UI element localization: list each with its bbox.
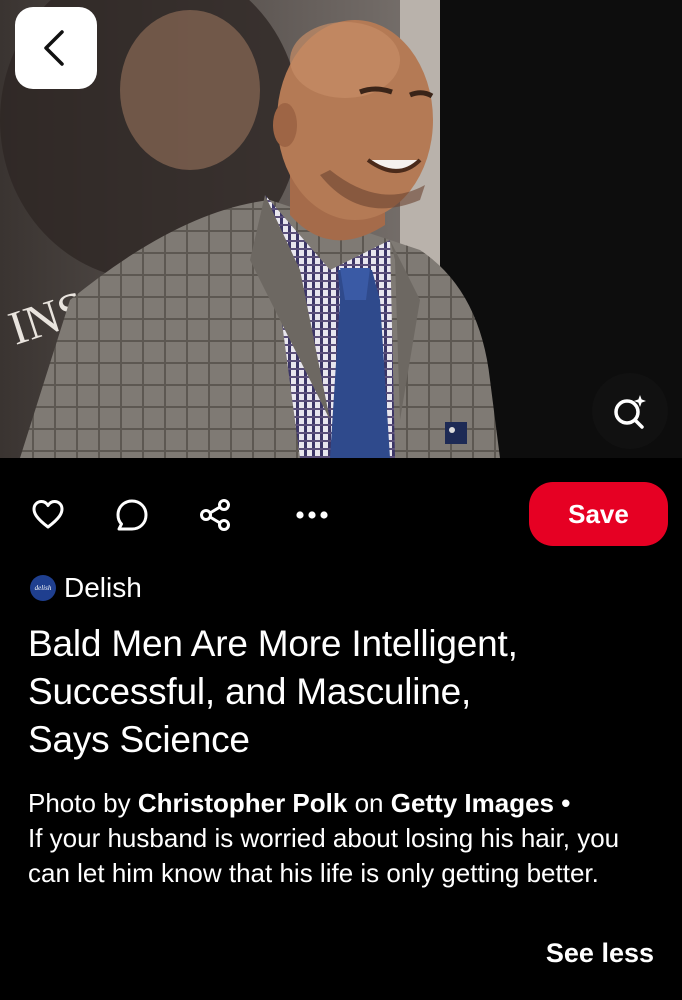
save-button[interactable]: Save: [529, 482, 668, 546]
comment-button[interactable]: [106, 480, 158, 550]
pin-description: Photo by Christopher Polk on Getty Image…: [28, 786, 668, 891]
visual-search-button[interactable]: [592, 373, 668, 449]
chevron-left-icon: [44, 30, 64, 66]
agency-link[interactable]: Getty Images: [391, 788, 554, 818]
pin-image[interactable]: INSON: [0, 0, 682, 458]
action-bar: Save: [0, 480, 682, 550]
description-text: If your husband is worried about losing …: [28, 823, 620, 888]
source-logo: delish: [30, 575, 56, 601]
photo-credit-on: on: [347, 788, 391, 818]
pin-photo: INSON: [0, 0, 682, 458]
source-name: Delish: [64, 572, 142, 603]
source-attribution[interactable]: delish Delish: [30, 570, 142, 606]
lens-search-icon: [614, 395, 646, 429]
more-horizontal-icon: [296, 511, 328, 519]
share-button[interactable]: [189, 480, 241, 550]
pin-detail-screen: INSON: [0, 0, 682, 1000]
pin-title-line: Says Science: [28, 719, 250, 760]
bullet-separator: •: [554, 788, 571, 818]
photographer-link[interactable]: Christopher Polk: [138, 788, 347, 818]
like-button[interactable]: [22, 480, 74, 550]
pin-title-line: Bald Men Are More Intelligent,: [28, 623, 518, 664]
photo-credit-prefix: Photo by: [28, 788, 138, 818]
pin-title-line: Successful, and Masculine,: [28, 671, 472, 712]
more-button[interactable]: [286, 480, 338, 550]
see-less-link[interactable]: See less: [546, 938, 654, 969]
share-icon: [200, 499, 230, 531]
comment-icon: [116, 499, 148, 531]
back-button[interactable]: [15, 7, 97, 89]
heart-icon: [32, 500, 64, 529]
pin-title: Bald Men Are More Intelligent, Successfu…: [28, 620, 668, 764]
